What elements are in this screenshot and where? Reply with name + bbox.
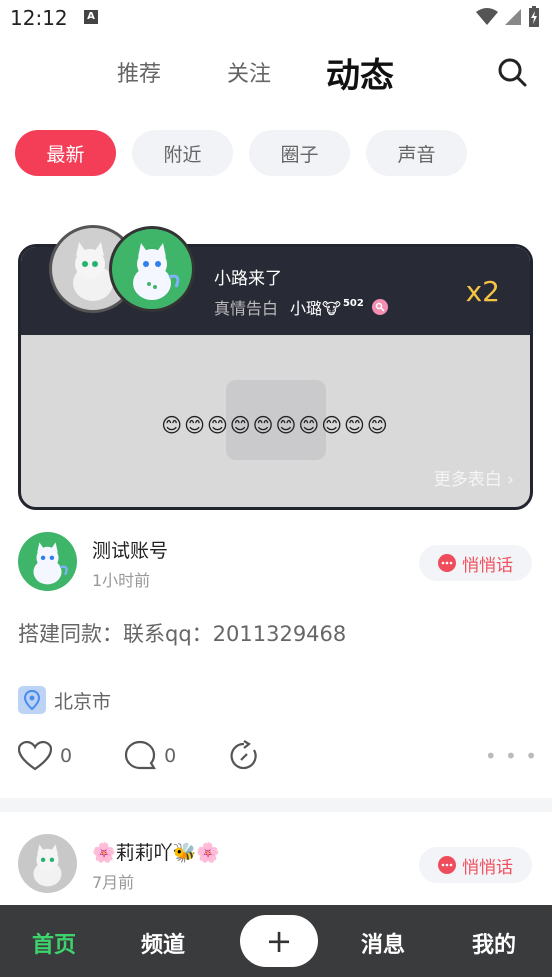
- plus-icon: +: [265, 922, 293, 960]
- post-author-name[interactable]: 🌸莉莉吖🐝🌸: [92, 838, 220, 865]
- more-confessions-link[interactable]: 更多表白 ›: [434, 465, 514, 490]
- notification-a-icon: A: [84, 10, 98, 24]
- add-post-button[interactable]: +: [240, 915, 318, 967]
- more-options-icon[interactable]: • • •: [485, 744, 538, 768]
- nav-messages[interactable]: 消息: [361, 927, 405, 959]
- confession-subtitle-row: 真情告白 小璐🐮 502: [214, 295, 388, 319]
- wifi-icon: [476, 8, 498, 25]
- avatar[interactable]: [18, 532, 77, 591]
- battery-icon: [529, 6, 539, 27]
- chip-voice[interactable]: 声音: [366, 130, 467, 176]
- chip-latest[interactable]: 最新: [15, 130, 116, 176]
- whisper-button[interactable]: 悄悄话: [419, 545, 532, 581]
- comment-button[interactable]: 0: [124, 740, 176, 772]
- cat-avatar-icon: [133, 243, 180, 300]
- whisper-label: 悄悄话: [462, 555, 513, 576]
- heart-icon: [18, 741, 52, 771]
- chat-bubble-icon: [438, 856, 456, 874]
- comment-count: 0: [164, 745, 177, 767]
- nav-mine[interactable]: 我的: [472, 927, 516, 959]
- post-author-name[interactable]: 测试账号: [92, 536, 168, 563]
- confession-multiplier: x2: [465, 275, 500, 308]
- chip-circles[interactable]: 圈子: [249, 130, 350, 176]
- like-count: 0: [60, 745, 73, 767]
- nav-channel[interactable]: 频道: [141, 927, 185, 959]
- avatar[interactable]: [18, 834, 77, 893]
- confession-emoji-text: 😊😊😊😊😊😊😊😊😊😊: [161, 413, 390, 437]
- location-pin-icon: [18, 686, 46, 714]
- cat-avatar-icon: [33, 844, 62, 887]
- status-bar: 12:12 A: [0, 0, 552, 36]
- confession-to-avatar[interactable]: [109, 226, 195, 312]
- whisper-button[interactable]: 悄悄话: [419, 847, 532, 883]
- confession-subtitle: 真情告白: [214, 299, 279, 318]
- top-tabs: 推荐 关注 动态: [0, 44, 552, 104]
- confession-to-name[interactable]: 小璐🐮: [290, 295, 341, 319]
- share-button[interactable]: [228, 740, 260, 772]
- nav-home[interactable]: 首页: [32, 927, 76, 959]
- chip-nearby[interactable]: 附近: [132, 130, 233, 176]
- signal-icon: [505, 9, 521, 25]
- share-icon: [230, 740, 257, 770]
- search-icon[interactable]: [496, 56, 528, 88]
- confession-emojis: 😊😊😊😊😊😊😊😊😊😊: [21, 413, 530, 437]
- divider: [0, 798, 552, 812]
- tab-follow[interactable]: 关注: [227, 56, 271, 88]
- status-icons: [476, 6, 540, 28]
- post-actions: 0 0 • • •: [18, 740, 538, 772]
- filter-chips: 最新 附近 圈子 声音: [15, 130, 467, 176]
- tab-recommend[interactable]: 推荐: [117, 56, 161, 88]
- like-button[interactable]: 0: [18, 741, 72, 771]
- location-label: 北京市: [54, 690, 112, 713]
- chat-bubble-icon: [438, 554, 456, 572]
- status-time: 12:12: [10, 6, 68, 30]
- post-time: 7月前: [92, 873, 135, 892]
- post-text: 搭建同款：联系qq：2011329468: [18, 622, 347, 646]
- confession-from-name: 小路来了: [214, 269, 282, 289]
- post-location[interactable]: 北京市: [18, 686, 111, 714]
- confession-body: 😊😊😊😊😊😊😊😊😊😊 更多表白 ›: [21, 335, 530, 507]
- cat-avatar-icon: [33, 542, 68, 585]
- post-time: 1小时前: [92, 571, 151, 590]
- key-icon: [371, 299, 388, 315]
- bottom-nav: 首页 频道 + 消息 我的: [0, 905, 552, 977]
- tab-moments[interactable]: 动态: [326, 48, 394, 97]
- whisper-label: 悄悄话: [462, 857, 513, 878]
- comment-bubble-icon: [124, 740, 157, 770]
- confession-to-score: 502: [342, 297, 364, 309]
